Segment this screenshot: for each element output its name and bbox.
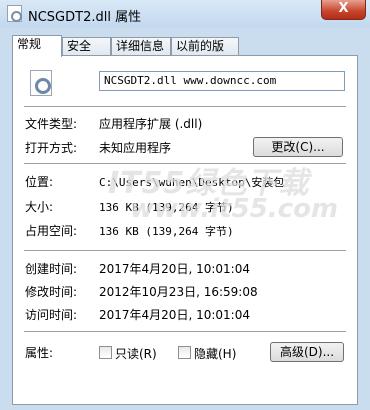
opens-with-value: 未知应用程序	[99, 141, 172, 155]
opens-with-label: 打开方式:	[25, 141, 78, 155]
size-label: 大小:	[25, 200, 54, 214]
dll-file-icon	[7, 5, 22, 22]
tab-security[interactable]: 安全	[62, 37, 111, 56]
file-type-label: 文件类型:	[25, 117, 78, 131]
modified-value: 2012年10月23日, 16:59:08	[99, 285, 258, 299]
file-name-field[interactable]: NCSGDT2.dll www.downcc.com	[99, 71, 345, 91]
title-bar: NCSGDT2.dll 属性 X	[0, 0, 370, 28]
separator	[24, 331, 346, 332]
modified-label: 修改时间:	[25, 285, 78, 299]
separator	[24, 106, 346, 107]
tab-previous-versions[interactable]: 以前的版本	[171, 37, 239, 70]
window-title: NCSGDT2.dll 属性	[28, 10, 142, 25]
readonly-label[interactable]: 只读(R)	[115, 345, 157, 362]
change-button[interactable]: 更改(C)...	[253, 137, 343, 157]
location-label: 位置:	[25, 175, 54, 189]
size-on-disk-label: 占用空间:	[25, 224, 78, 238]
created-label: 创建时间:	[25, 262, 78, 276]
file-type-value: 应用程序扩展 (.dll)	[99, 117, 203, 131]
size-on-disk-value: 136 KB (139,264 字节)	[99, 225, 234, 238]
separator	[24, 250, 346, 251]
hidden-checkbox[interactable]	[178, 346, 191, 359]
watermark-url-text: www.it55.com	[130, 194, 339, 224]
file-type-icon	[30, 70, 52, 96]
tab-general[interactable]: 常规	[12, 35, 62, 57]
created-value: 2017年4月20日, 10:01:04	[99, 262, 250, 276]
close-button[interactable]: X	[321, 0, 366, 20]
advanced-button[interactable]: 高级(D)...	[270, 342, 344, 362]
attributes-label: 属性:	[25, 346, 54, 360]
tab-details[interactable]: 详细信息	[111, 37, 171, 56]
accessed-label: 访问时间:	[25, 308, 78, 322]
hidden-label[interactable]: 隐藏(H)	[194, 345, 236, 362]
accessed-value: 2017年4月20日, 10:01:04	[99, 308, 250, 322]
readonly-checkbox[interactable]	[99, 346, 112, 359]
